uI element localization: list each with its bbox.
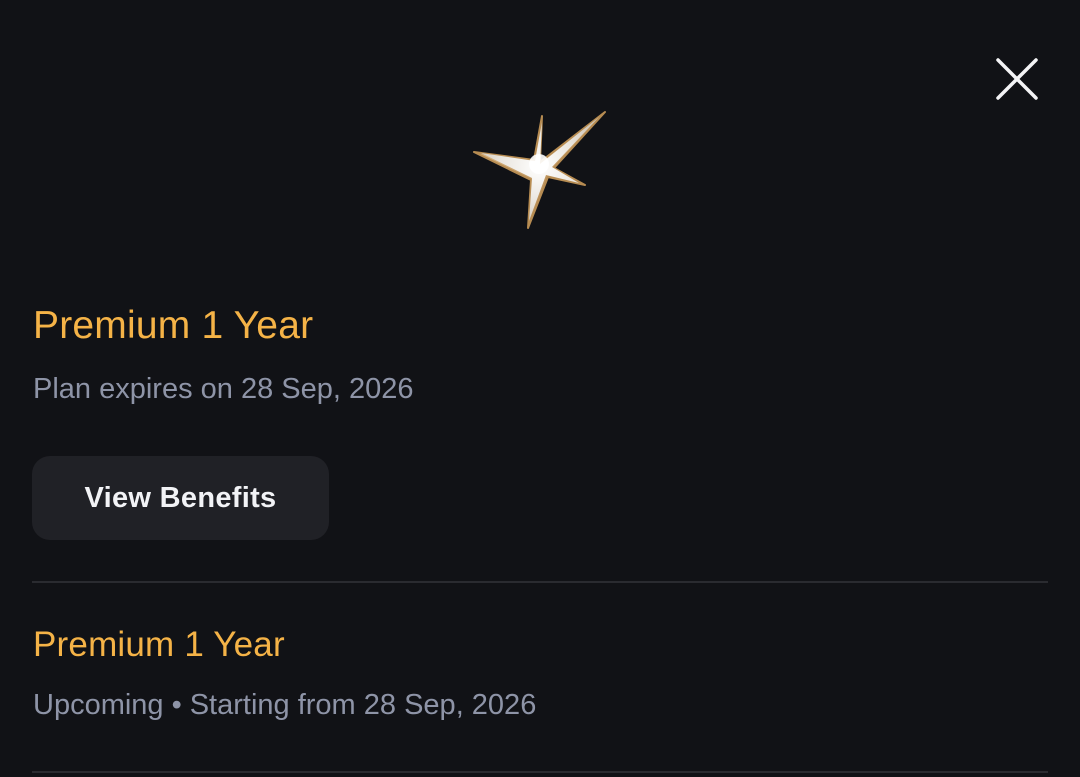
upcoming-start-date: Starting from 28 Sep, 2026 <box>189 689 537 721</box>
section-divider <box>32 581 1048 583</box>
bullet-separator: • <box>171 689 182 721</box>
upcoming-plan-title: Premium 1 Year <box>33 625 285 664</box>
close-button[interactable] <box>990 52 1044 106</box>
plan-details-screen: Premium 1 Year Plan expires on 28 Sep, 2… <box>0 0 1080 777</box>
plan-expiry-text: Plan expires on 28 Sep, 2026 <box>33 373 414 405</box>
close-icon <box>996 58 1038 100</box>
upcoming-status-label: Upcoming <box>33 689 164 721</box>
section-divider-bottom <box>32 771 1048 773</box>
sparkle-star-icon <box>468 104 612 234</box>
view-benefits-button[interactable]: View Benefits <box>32 456 329 540</box>
upcoming-plan-subtitle: Upcoming • Starting from 28 Sep, 2026 <box>33 687 536 723</box>
current-plan-title: Premium 1 Year <box>33 304 314 347</box>
